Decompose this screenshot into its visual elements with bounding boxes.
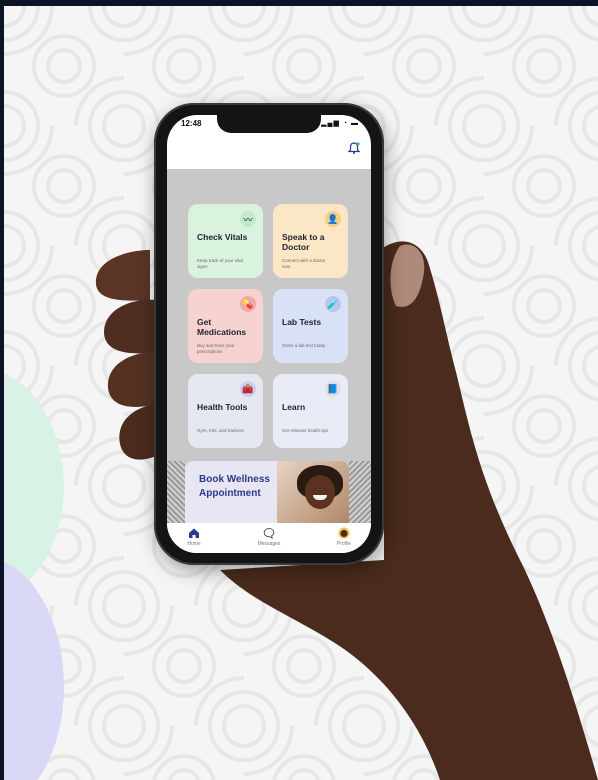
tile-check-vitals[interactable]: 〰 Check Vitals Keep track of your vital si… [188,204,263,278]
smartphone: 12:48 ▂▄▆ ◔ ▬ 〰 Check Vitals Keep track of… [154,103,384,565]
home-content: 〰 Check Vitals Keep track of your vital si… [167,169,371,523]
tile-title: Speak to a Doctor [282,232,325,252]
lab-icon-glyph: 🧪 [327,298,339,309]
notification-bell-icon[interactable] [347,141,361,155]
banner-photo [277,461,349,523]
tab-home-label: Home [187,541,201,547]
chat-icon [263,527,275,539]
book-wellness-banner[interactable]: Book Wellness Appointment [185,461,349,523]
tile-subtitle: Buy and track your prescriptions [197,343,235,354]
tile-subtitle: Gym, Kits, and trackers [197,428,244,433]
tile-subtitle: Order a lab test today [282,343,326,348]
book-icon-glyph: 📘 [327,383,339,394]
tile-speak-to-a-doctor[interactable]: 👤 Speak to a Doctor Connect with a doctor … [273,204,348,278]
tile-health-tools[interactable]: 🧰 Health Tools Gym, Kits, and trackers [188,374,263,448]
book-icon: 📘 [325,381,341,397]
status-time: 12:48 [181,119,202,128]
tile-learn[interactable]: 📘 Learn Get relevant health tips [273,374,348,448]
tile-lab-tests[interactable]: 🧪 Lab Tests Order a lab test today [273,289,348,363]
tile-title: Health Tools [197,402,248,412]
heartbeat-icon: 〰 [240,211,256,227]
profile-icon [338,527,350,539]
heartbeat-icon-glyph: 〰 [243,214,253,225]
tile-subtitle: Connect with a doctor now [282,258,326,269]
pills-icon: 💊 [240,296,256,312]
lab-icon: 🧪 [325,296,341,312]
bottom-tab-bar: Home Messages Profile [167,523,371,553]
doctor-icon-glyph: 👤 [327,213,339,224]
toolbox-icon: 🧰 [240,381,256,397]
phone-notch [217,115,321,133]
tile-get-medications[interactable]: 💊 Get Medications Buy and track your presc… [188,289,263,363]
toolbox-icon-glyph: 🧰 [242,383,254,394]
photo-face [305,475,335,509]
home-icon [189,528,199,538]
doctor-icon: 👤 [325,211,341,227]
tile-title: Lab Tests [282,317,322,327]
tab-messages-label: Messages [257,541,281,547]
pills-icon-glyph: 💊 [242,298,254,309]
app-screen: 12:48 ▂▄▆ ◔ ▬ 〰 Check Vitals Keep track of… [167,115,371,553]
tab-profile-label: Profile [336,541,352,547]
tab-messages[interactable]: Messages [244,527,294,547]
tile-subtitle: Get relevant health tips [282,428,329,433]
tile-title: Check Vitals [197,232,248,242]
blur-edge-right [349,461,371,523]
tile-subtitle: Keep track of your vital signs [197,258,243,269]
status-icons: ▂▄▆ ◔ ▬ [321,120,359,127]
tab-profile[interactable]: Profile [319,527,369,547]
tab-home[interactable]: Home [169,527,219,547]
blur-edge-left [167,461,185,523]
tile-title: Learn [282,402,306,412]
tile-title: Get Medications [197,317,247,337]
banner-text: Book Wellness Appointment [199,474,270,499]
